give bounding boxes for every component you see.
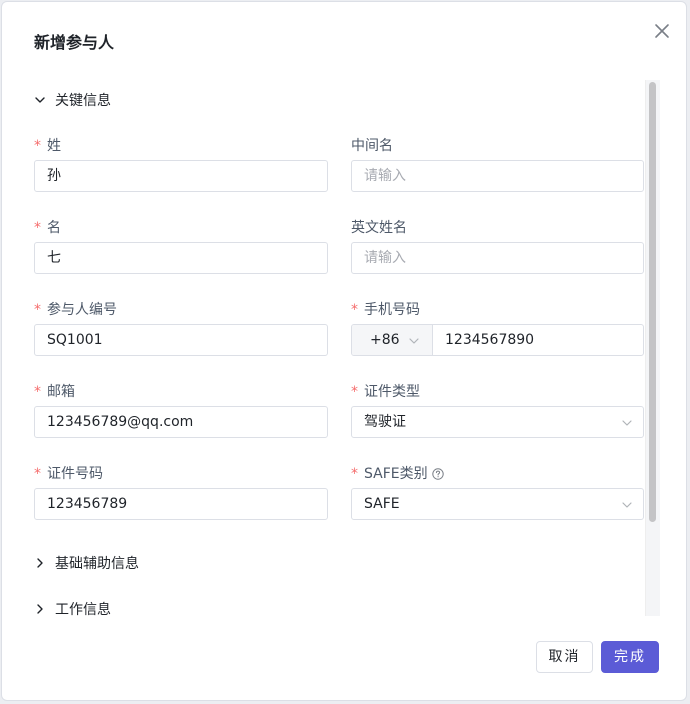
safe-type-label: * SAFE类别 (351, 464, 444, 484)
chevron-right-icon (34, 557, 46, 569)
section-work-info[interactable]: 工作信息 (34, 599, 111, 619)
id-type-label: * 证件类型 (351, 384, 420, 400)
english-name-input[interactable]: 请输入 (351, 242, 644, 274)
safe-type-select[interactable]: SAFE (351, 488, 644, 520)
id-number-input[interactable]: 123456789 (34, 488, 328, 520)
phone-label: * 手机号码 (351, 302, 420, 318)
section-key-info-label: 关键信息 (55, 93, 111, 109)
country-code-value: +86 (370, 332, 400, 348)
middle-name-input[interactable]: 请输入 (351, 160, 644, 192)
surname-input[interactable]: 孙 (34, 160, 328, 192)
id-type-value: 驾驶证 (364, 414, 406, 430)
safe-type-value: SAFE (364, 496, 400, 512)
section-key-info[interactable]: 关键信息 (34, 90, 111, 110)
phone-number-input[interactable]: 1234567890 (433, 325, 643, 355)
scrollbar[interactable] (645, 80, 660, 616)
participant-no-input[interactable]: SQ1001 (34, 324, 328, 356)
chevron-right-icon (34, 603, 46, 615)
required-mark: * (34, 384, 41, 400)
add-participant-dialog: 新增参与人 关键信息 * 姓 孙 中间名 请输入 * 名 七 英文姓名 请输入 … (1, 1, 687, 701)
section-basic-aux[interactable]: 基础辅助信息 (34, 553, 139, 573)
surname-label: * 姓 (34, 138, 61, 154)
chevron-down-icon (621, 417, 633, 429)
required-mark: * (34, 220, 41, 236)
required-mark: * (34, 138, 41, 154)
chevron-down-icon (34, 94, 46, 106)
given-name-label: * 名 (34, 220, 61, 236)
id-type-select[interactable]: 驾驶证 (351, 406, 644, 438)
email-input[interactable]: 123456789@qq.com (34, 406, 328, 438)
phone-field: +86 1234567890 (351, 324, 644, 356)
section-work-info-label: 工作信息 (55, 602, 111, 618)
dialog-title: 新增参与人 (34, 33, 115, 52)
middle-name-label: 中间名 (351, 138, 393, 154)
section-basic-aux-label: 基础辅助信息 (55, 556, 139, 572)
cancel-button[interactable]: 取消 (536, 641, 593, 673)
finish-button[interactable]: 完成 (601, 641, 659, 673)
required-mark: * (351, 302, 358, 318)
chevron-down-icon (621, 499, 633, 511)
country-code-select[interactable]: +86 (352, 325, 433, 355)
required-mark: * (351, 466, 358, 482)
participant-no-label: * 参与人编号 (34, 302, 117, 318)
required-mark: * (34, 302, 41, 318)
id-number-label: * 证件号码 (34, 466, 103, 482)
required-mark: * (351, 384, 358, 400)
chevron-down-icon (408, 335, 420, 347)
close-icon[interactable] (651, 20, 673, 42)
english-name-label: 英文姓名 (351, 220, 407, 236)
scrollbar-thumb[interactable] (649, 82, 656, 522)
given-name-input[interactable]: 七 (34, 242, 328, 274)
email-label: * 邮箱 (34, 384, 75, 400)
question-circle-icon[interactable] (431, 468, 444, 480)
required-mark: * (34, 466, 41, 482)
